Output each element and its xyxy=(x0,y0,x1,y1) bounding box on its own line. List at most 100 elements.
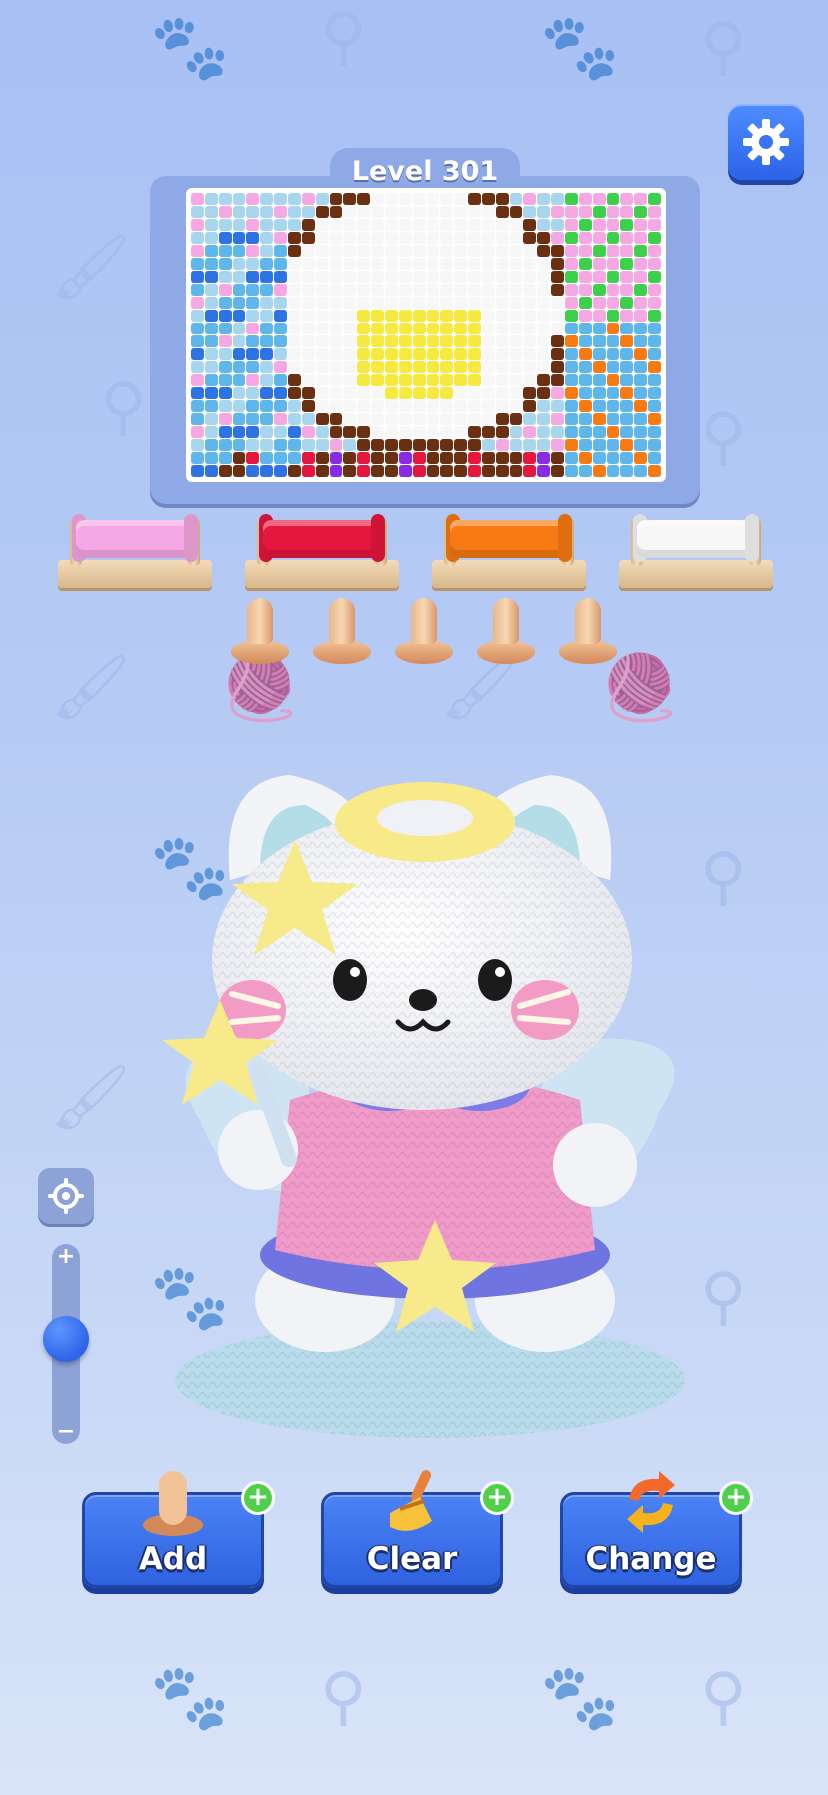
pattern-pixel xyxy=(495,231,509,244)
pattern-pixel xyxy=(454,218,468,231)
pattern-pixel xyxy=(246,335,260,348)
zoom-slider-handle[interactable] xyxy=(43,1315,89,1362)
pattern-pixel xyxy=(246,218,260,231)
pattern-pixel xyxy=(260,452,274,465)
pattern-pixel xyxy=(384,452,398,465)
recenter-button[interactable] xyxy=(38,1168,94,1224)
pattern-pixel xyxy=(620,361,634,374)
pattern-pixel xyxy=(357,348,371,361)
pattern-pixel xyxy=(301,335,315,348)
add-button[interactable]: + Add xyxy=(82,1471,275,1588)
pattern-pixel xyxy=(523,244,537,257)
pattern-pixel xyxy=(329,452,343,465)
pattern-pixel xyxy=(606,426,620,439)
pattern-pixel xyxy=(301,426,315,439)
change-button[interactable]: + Change xyxy=(560,1471,753,1588)
pattern-pixel xyxy=(260,322,274,335)
pattern-pixel xyxy=(218,231,232,244)
pattern-pixel xyxy=(204,283,218,296)
pattern-pixel xyxy=(287,452,301,465)
pattern-pixel xyxy=(537,335,551,348)
pattern-pixel xyxy=(509,270,523,283)
pattern-pixel xyxy=(454,244,468,257)
pattern-pixel xyxy=(481,231,495,244)
pattern-pixel xyxy=(371,426,384,439)
pattern-pixel xyxy=(592,309,606,322)
pattern-pixel xyxy=(287,218,301,231)
pattern-pixel xyxy=(343,426,357,439)
pattern-pixel xyxy=(454,309,468,322)
thread-spool-1[interactable] xyxy=(58,508,212,588)
empty-peg-slot[interactable] xyxy=(559,598,617,664)
pattern-pixel xyxy=(287,322,301,335)
pattern-pixel xyxy=(232,309,246,322)
empty-peg-slot[interactable] xyxy=(231,598,289,664)
pattern-pixel xyxy=(634,270,648,283)
empty-peg-slot[interactable] xyxy=(395,598,453,664)
zoom-minus-icon: − xyxy=(56,1419,76,1444)
pattern-pixel xyxy=(384,322,398,335)
pattern-pixel xyxy=(620,413,634,426)
pattern-pixel xyxy=(468,348,481,361)
pattern-pixel xyxy=(620,257,634,270)
thread-spool-4[interactable] xyxy=(619,508,773,588)
pattern-pixel xyxy=(384,374,398,387)
change-plus-badge[interactable]: + xyxy=(719,1481,753,1515)
pattern-pixel xyxy=(578,465,592,477)
pattern-pixel xyxy=(232,257,246,270)
pattern-pixel xyxy=(634,231,648,244)
pattern-pixel xyxy=(426,335,440,348)
change-label: Change xyxy=(585,1541,717,1577)
pattern-pixel xyxy=(232,296,246,309)
add-plus-badge[interactable]: + xyxy=(241,1481,275,1515)
clear-button[interactable]: + Clear xyxy=(321,1470,514,1588)
pattern-pixel xyxy=(315,309,329,322)
pattern-pixel xyxy=(523,218,537,231)
pattern-pixel xyxy=(620,231,634,244)
thread-spool-3[interactable] xyxy=(432,508,586,588)
peg-top xyxy=(493,598,519,644)
settings-button[interactable] xyxy=(728,104,804,180)
pattern-pixel xyxy=(315,413,329,426)
pattern-pixel xyxy=(343,218,357,231)
pattern-pixel xyxy=(232,426,246,439)
pattern-pixel xyxy=(592,296,606,309)
pattern-pixel xyxy=(260,426,274,439)
pattern-pixel xyxy=(287,283,301,296)
pattern-pixel xyxy=(440,257,454,270)
pattern-pixel xyxy=(343,465,357,477)
pattern-pixel xyxy=(578,413,592,426)
pattern-pixel xyxy=(578,439,592,452)
pattern-pixel xyxy=(412,439,426,452)
pattern-pixel xyxy=(329,348,343,361)
pattern-pixel xyxy=(301,322,315,335)
pattern-pixel xyxy=(454,465,468,477)
pattern-pixel xyxy=(398,231,412,244)
pattern-pixel xyxy=(454,426,468,439)
pattern-pixel xyxy=(440,231,454,244)
knit-pattern-canvas xyxy=(186,188,666,482)
pattern-pixel xyxy=(287,257,301,270)
pattern-pixel xyxy=(495,193,509,205)
pattern-pixel xyxy=(232,439,246,452)
thread-spool-2[interactable] xyxy=(245,508,399,588)
pattern-pixel xyxy=(191,374,204,387)
empty-peg-slot[interactable] xyxy=(477,598,535,664)
pattern-pixel xyxy=(204,413,218,426)
pattern-pixel xyxy=(287,374,301,387)
pattern-pixel xyxy=(343,193,357,205)
pattern-pixel xyxy=(620,218,634,231)
pattern-pixel xyxy=(648,439,661,452)
pattern-pixel xyxy=(371,270,384,283)
clear-plus-badge[interactable]: + xyxy=(480,1481,514,1515)
zoom-slider[interactable]: + − xyxy=(43,1244,89,1444)
pattern-pixel xyxy=(426,218,440,231)
empty-peg-slot[interactable] xyxy=(313,598,371,664)
pattern-pixel xyxy=(454,231,468,244)
pattern-pixel xyxy=(537,257,551,270)
pattern-pixel xyxy=(384,270,398,283)
pattern-pixel xyxy=(481,193,495,205)
pattern-pixel xyxy=(343,361,357,374)
pattern-pixel xyxy=(384,205,398,218)
pattern-pixel xyxy=(329,374,343,387)
